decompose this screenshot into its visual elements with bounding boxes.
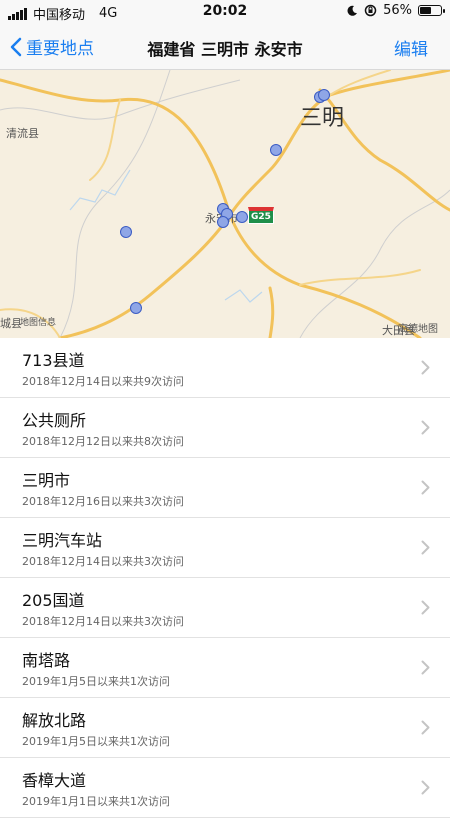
back-button[interactable]: 重要地点 [10,34,94,59]
list-item[interactable]: 南塔路 2019年1月5日以来共1次访问 [0,638,450,698]
place-name: 香樟大道 [22,771,87,790]
place-name: 三明市 [22,471,71,490]
list-item[interactable]: 713县道 2018年12月14日以来共9次访问 [0,338,450,398]
map-pin[interactable] [318,89,330,101]
map-attribution: 地图信息 [20,318,57,328]
place-visits: 2019年1月5日以来共1次访问 [22,735,170,748]
chevron-right-icon [421,600,430,615]
place-name: 南塔路 [22,651,71,670]
moon-icon [347,5,358,16]
list-item[interactable]: 解放北路 2019年1月5日以来共1次访问 [0,698,450,758]
map-label-qingliu: 清流县 [6,127,39,140]
place-visits: 2018年12月12日以来共8次访问 [22,435,184,448]
list-item[interactable]: 三明汽车站 2018年12月14日以来共3次访问 [0,518,450,578]
chevron-left-icon [10,37,22,56]
chevron-right-icon [421,660,430,675]
back-label: 重要地点 [26,39,94,59]
place-name: 公共厕所 [22,411,87,430]
place-visits: 2019年1月5日以来共1次访问 [22,675,170,688]
highway-shield: G25 [248,207,274,224]
place-name: 205国道 [22,591,85,610]
chevron-right-icon [421,720,430,735]
chevron-right-icon [421,780,430,795]
list-item[interactable]: 三明市 2018年12月16日以来共3次访问 [0,458,450,518]
battery-icon [418,5,445,16]
map-pin[interactable] [120,226,132,238]
map-pin[interactable] [236,211,248,223]
map-pin[interactable] [270,144,282,156]
map-label-sanming: 三明 [300,106,345,131]
place-name: 713县道 [22,351,85,370]
place-visits: 2018年12月14日以来共9次访问 [22,375,184,388]
battery-percent: 56% [383,3,412,18]
chevron-right-icon [421,360,430,375]
navigation-bar: 重要地点 福建省 三明市 永安市 编辑 [0,24,450,70]
place-visits: 2019年1月1日以来共1次访问 [22,795,170,808]
map-pin[interactable] [217,216,229,228]
list-item[interactable]: 公共厕所 2018年12月12日以来共8次访问 [0,398,450,458]
list-item[interactable]: 205国道 2018年12月14日以来共3次访问 [0,578,450,638]
status-right: 56% [346,3,445,18]
place-visits: 2018年12月14日以来共3次访问 [22,555,184,568]
map-pin[interactable] [130,302,142,314]
map-label-city: 城县 [0,317,22,330]
edit-button[interactable]: 编辑 [394,35,428,60]
chevron-right-icon [421,540,430,555]
rotation-lock-icon [364,4,377,17]
list-item[interactable]: 香樟大道 2019年1月1日以来共1次访问 [0,758,450,818]
places-list: 713县道 2018年12月14日以来共9次访问 公共厕所 2018年12月12… [0,338,450,818]
place-visits: 2018年12月14日以来共3次访问 [22,615,184,628]
map-legal: 高德地图 [398,324,438,335]
chevron-right-icon [421,420,430,435]
page-title: 福建省 三明市 永安市 [147,40,303,59]
chevron-right-icon [421,480,430,495]
status-bar: 中国移动 4G 20:02 56% [0,0,450,24]
place-name: 解放北路 [22,711,87,730]
place-visits: 2018年12月16日以来共3次访问 [22,495,184,508]
place-name: 三明汽车站 [22,531,103,550]
map-view[interactable]: 清流县 三明 G25 永安市 城县 地图信息 大田县 高德地图 [0,70,450,338]
